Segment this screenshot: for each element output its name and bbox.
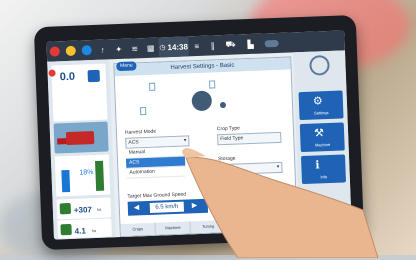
setting-chip-2[interactable] bbox=[209, 80, 216, 89]
setting-chip-3[interactable] bbox=[139, 107, 147, 116]
threshing-drum-icon bbox=[191, 90, 213, 112]
right-button-settings[interactable]: ⚙ Settings bbox=[298, 90, 344, 121]
toggle-icon[interactable] bbox=[260, 33, 283, 54]
up-arrow-icon[interactable]: ↑ bbox=[94, 39, 111, 60]
crop-type-value: Field Type bbox=[220, 135, 244, 143]
crop-type-label: Crop Type bbox=[216, 125, 240, 133]
stat-area-value: +307 bbox=[73, 205, 93, 215]
increase-speed-icon[interactable]: ▶ bbox=[192, 202, 200, 210]
right-button-label: Info bbox=[320, 174, 328, 180]
yield-icon bbox=[87, 69, 100, 83]
bin-level-bars: 18% bbox=[54, 154, 111, 197]
rate-icon bbox=[60, 223, 72, 236]
satellite-icon[interactable]: ✦ bbox=[110, 39, 127, 60]
grid-icon[interactable]: ▦ bbox=[142, 37, 159, 58]
right-button-machine[interactable]: ⚒ Machine bbox=[299, 122, 345, 153]
fuel-bar bbox=[95, 160, 105, 191]
stat-rate[interactable]: 4.1 ha bbox=[57, 218, 112, 239]
tab-tuning[interactable]: Tuning bbox=[190, 220, 227, 234]
right-button-info[interactable]: ℹ Info bbox=[300, 154, 347, 185]
clock-icon: ◷ bbox=[159, 44, 166, 52]
stat-rate-unit: ha bbox=[91, 228, 97, 234]
bin-bar bbox=[61, 170, 71, 193]
tractor-icon[interactable]: ⛟ bbox=[220, 34, 241, 55]
dialog-header: Harvest Settings - Basic bbox=[114, 57, 291, 77]
area-icon bbox=[59, 202, 72, 215]
chevron-down-icon: ▾ bbox=[183, 137, 187, 144]
speed-label: Target Max Ground Speed bbox=[127, 191, 187, 200]
chevron-down-icon: ▾ bbox=[276, 163, 280, 171]
close-icon[interactable] bbox=[309, 54, 330, 76]
info-icon[interactable] bbox=[78, 40, 95, 61]
bin-percent: 18% bbox=[79, 169, 94, 177]
tablet-device: ↑ ✦ ≋ ▦ ◷ 14:38 ≡ ∥ ⛟ ▙ 0.0 18% +307 ha … bbox=[33, 14, 365, 251]
yield-gauge[interactable]: 0.0 bbox=[48, 63, 108, 122]
signal-icon[interactable]: ∥ bbox=[204, 35, 221, 56]
harvest-mode-option-automation[interactable]: Automation bbox=[126, 166, 186, 179]
tab-machine[interactable]: Machine bbox=[155, 221, 192, 235]
clock-time: 14:38 bbox=[167, 41, 189, 52]
speed-value: 6.5 km/h bbox=[149, 201, 185, 213]
menu-icon[interactable]: ≡ bbox=[188, 36, 205, 57]
storage-select[interactable]: ▾ bbox=[218, 161, 283, 176]
stat-area-unit: ha bbox=[96, 206, 102, 212]
right-button-panel: ⚙ Settings ⚒ Machine ℹ Info bbox=[292, 50, 352, 231]
setting-chip-1[interactable] bbox=[149, 82, 156, 91]
harvest-mode-label: Harvest Mode bbox=[124, 128, 157, 136]
machine-icon: ⚒ bbox=[313, 127, 325, 140]
alert-icon bbox=[48, 69, 56, 77]
harvest-diagram bbox=[139, 78, 270, 123]
rotor-icon bbox=[219, 101, 227, 109]
stat-rate-value: 4.1 bbox=[74, 226, 86, 236]
crop-type-select[interactable]: Field Type bbox=[217, 131, 282, 146]
stat-area[interactable]: +307 ha bbox=[56, 197, 112, 220]
dialog-tab-bar: Crops Machine Tuning Grain Loss Yield bbox=[120, 217, 297, 237]
tab-grain-loss[interactable]: Grain Loss bbox=[225, 218, 262, 233]
info-icon: ℹ bbox=[315, 159, 320, 172]
dialog-title: Harvest Settings - Basic bbox=[170, 62, 235, 72]
tablet-screen: ↑ ✦ ≋ ▦ ◷ 14:38 ≡ ∥ ⛟ ▙ 0.0 18% +307 ha … bbox=[46, 30, 352, 240]
harvest-mode-value: ACS bbox=[128, 139, 139, 146]
left-status-panel: 0.0 18% +307 ha 4.1 ha bbox=[47, 59, 116, 240]
warning-icon[interactable] bbox=[62, 41, 79, 62]
settings-icon: ⚙ bbox=[312, 95, 323, 108]
harvest-settings-dialog: Harvest Settings - Basic Menu Harvest Mo… bbox=[113, 56, 298, 238]
stop-icon[interactable] bbox=[46, 41, 63, 62]
right-button-label: Settings bbox=[314, 110, 329, 116]
right-button-label: Machine bbox=[314, 141, 331, 148]
combine-body bbox=[65, 131, 95, 146]
yield-value: 0.0 bbox=[59, 70, 76, 84]
storage-label: Storage bbox=[217, 155, 236, 163]
chart-icon[interactable]: ▙ bbox=[240, 34, 261, 55]
clock[interactable]: ◷ 14:38 bbox=[158, 36, 190, 58]
combine-image bbox=[53, 121, 109, 154]
wifi-icon[interactable]: ≋ bbox=[126, 38, 143, 59]
menu-button[interactable]: Menu bbox=[116, 61, 137, 72]
speed-stepper[interactable]: ◀ 6.5 km/h ▶ bbox=[127, 198, 209, 216]
tab-crops[interactable]: Crops bbox=[120, 222, 157, 237]
decrease-speed-icon[interactable]: ◀ bbox=[134, 204, 142, 212]
tab-yield[interactable]: Yield bbox=[261, 217, 297, 231]
